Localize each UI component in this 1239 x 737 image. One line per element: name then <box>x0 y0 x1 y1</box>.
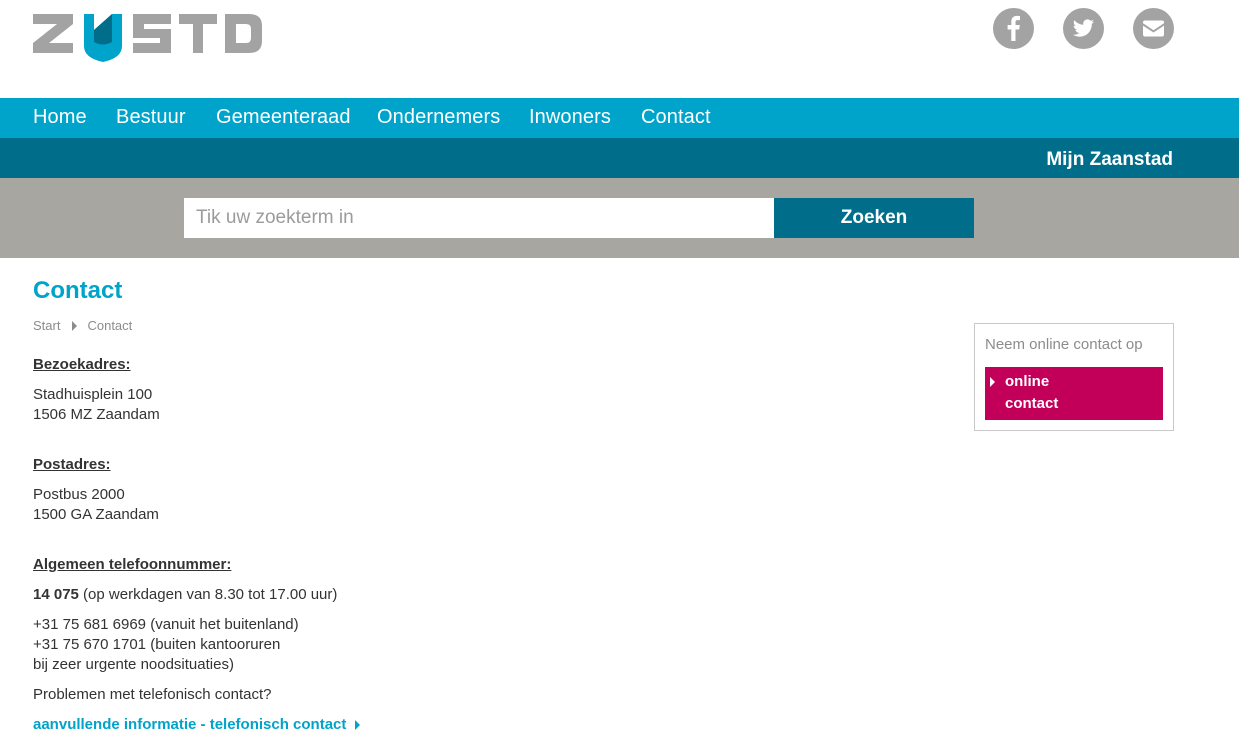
nav-item-home[interactable]: Home <box>33 106 87 129</box>
logo-graphic <box>33 14 262 62</box>
visit-address-line1: Stadhuisplein 100 <box>33 386 153 403</box>
breadcrumb: Start Contact <box>33 318 132 333</box>
online-contact-button[interactable]: online contact <box>985 367 1163 420</box>
nav-item-contact[interactable]: Contact <box>641 106 711 129</box>
facebook-button[interactable] <box>993 8 1034 49</box>
phone-after-hours: +31 75 670 1701 (buiten kantooruren <box>33 636 281 653</box>
phone-main-number: 14 075 <box>33 586 79 603</box>
postal-address-line2: 1500 GA Zaandam <box>33 506 159 523</box>
phone-urgent: bij zeer urgente noodsituaties) <box>33 656 234 673</box>
phone-main-note: (op werkdagen van 8.30 tot 17.00 uur) <box>78 586 338 603</box>
phone-problems: Problemen met telefonisch contact? <box>33 686 272 703</box>
nav-item-ondernemers[interactable]: Ondernemers <box>377 106 500 129</box>
chevron-right-icon <box>990 377 995 387</box>
visit-address-line2: 1506 MZ Zaandam <box>33 406 160 423</box>
online-contact-title: Neem online contact op <box>985 336 1143 353</box>
breadcrumb-current: Contact <box>87 318 133 333</box>
search-bar: Zoeken <box>0 178 1239 258</box>
phone-foreign: +31 75 681 6969 (vanuit het buitenland) <box>33 616 299 633</box>
search-button[interactable]: Zoeken <box>774 198 974 238</box>
phone-heading: Algemeen telefoonnummer: <box>33 556 232 573</box>
online-contact-label-2: contact <box>1005 395 1059 412</box>
email-button[interactable] <box>1133 8 1174 49</box>
chevron-right-icon <box>355 720 361 730</box>
sub-bar: Mijn Zaanstad <box>0 138 1239 178</box>
header <box>0 0 1239 98</box>
phone-more-info-label: aanvullende informatie - telefonisch con… <box>33 716 347 733</box>
main-nav: Home Bestuur Gemeenteraad Ondernemers In… <box>0 98 1239 138</box>
online-contact-box: Neem online contact op online contact <box>974 323 1174 431</box>
phone-main: 14 075 (op werkdagen van 8.30 tot 17.00 … <box>33 585 733 605</box>
twitter-button[interactable] <box>1063 8 1104 49</box>
online-contact-label-1: online <box>1005 373 1050 390</box>
nav-item-gemeenteraad[interactable]: Gemeenteraad <box>216 106 351 129</box>
mijn-zaanstad-link[interactable]: Mijn Zaanstad <box>1046 149 1173 171</box>
facebook-icon <box>1007 15 1020 41</box>
nav-item-inwoners[interactable]: Inwoners <box>529 106 611 129</box>
visit-address-heading: Bezoekadres: <box>33 356 131 373</box>
contact-content: Bezoekadres: Stadhuisplein 100 1506 MZ Z… <box>33 355 733 735</box>
twitter-icon <box>1073 19 1094 37</box>
search-input[interactable] <box>184 198 774 238</box>
chevron-right-icon <box>72 320 78 331</box>
postal-address-line1: Postbus 2000 <box>33 486 125 503</box>
breadcrumb-start[interactable]: Start <box>33 318 60 333</box>
zaanstad-logo[interactable] <box>33 12 263 64</box>
nav-item-bestuur[interactable]: Bestuur <box>116 106 186 129</box>
phone-more-info-link[interactable]: aanvullende informatie - telefonisch con… <box>33 715 361 735</box>
postal-address-heading: Postadres: <box>33 456 111 473</box>
page-title: Contact <box>33 277 123 304</box>
envelope-icon <box>1143 20 1164 37</box>
